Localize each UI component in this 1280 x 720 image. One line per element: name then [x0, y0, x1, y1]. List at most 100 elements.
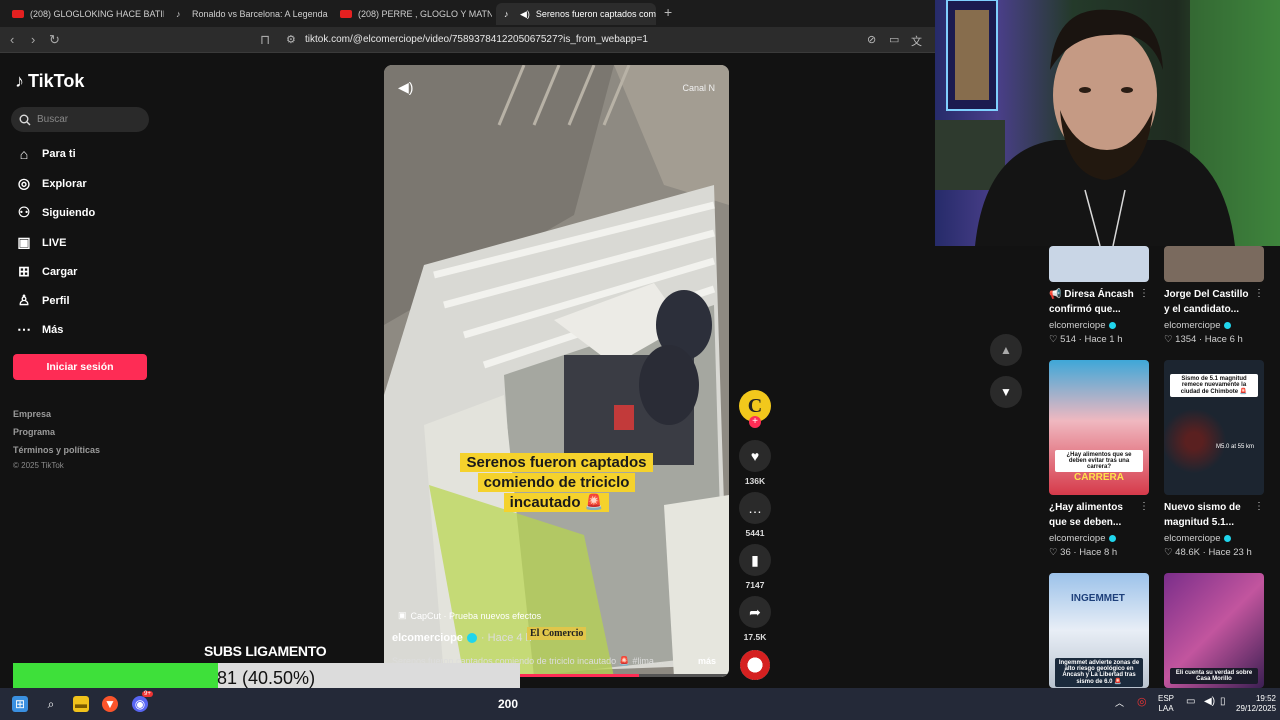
card-ago: Hace 6 h — [1204, 334, 1243, 345]
nav-perfil[interactable]: ♙ Perfil — [16, 292, 70, 309]
card-title: Nuevo sismo de magnitud 5.1... — [1164, 502, 1241, 528]
time-ago: · Hace 4 h — [480, 632, 532, 644]
language-indicator[interactable]: ESP LAA — [1158, 694, 1174, 714]
related-video-card[interactable]: 📢 Diresa Áncash confirmó que... ⋮ elcome… — [1049, 246, 1149, 345]
nav-label: LIVE — [42, 236, 67, 249]
footer-terminos[interactable]: Términos y políticas — [13, 445, 100, 455]
nav-label: Siguiendo — [42, 206, 96, 219]
next-video-button[interactable]: ▼ — [990, 376, 1022, 408]
tab-title: Serenos fueron captados com — [535, 9, 656, 19]
tiktok-logo[interactable]: ♪ TikTok — [15, 71, 84, 92]
card-menu-icon[interactable]: ⋮ — [1139, 501, 1149, 512]
tray-app-icon[interactable]: ◎ — [1137, 697, 1147, 708]
tiktok-note-icon: ♪ — [15, 71, 24, 91]
volume-icon[interactable]: ◀) — [398, 79, 413, 96]
new-tab-button[interactable]: + — [664, 4, 672, 20]
card-menu-icon[interactable]: ⋮ — [1139, 288, 1149, 299]
search-icon[interactable]: ⌕ — [43, 696, 59, 712]
login-button[interactable]: Iniciar sesión — [13, 354, 147, 380]
nav-cargar[interactable]: ⊞ Cargar — [16, 263, 77, 280]
profile-icon: ♙ — [17, 292, 31, 308]
related-video-card[interactable]: ¿Hay alimentos que se deben evitar tras … — [1049, 360, 1149, 558]
file-explorer-icon[interactable]: ▬ — [73, 696, 89, 712]
capcut-label: CapCut · Prueba nuevos efectos — [410, 610, 542, 621]
subs-goal-label: SUBS LIGAMENTO — [204, 643, 327, 659]
music-disc-icon[interactable] — [740, 650, 770, 680]
brave-browser-icon[interactable]: ▼ — [102, 696, 118, 712]
nav-explorar[interactable]: ◎ Explorar — [16, 175, 87, 192]
tray-chevron-up-icon[interactable]: ︿ — [1115, 698, 1124, 708]
tab-gloglo-batidos[interactable]: (208) GLOGLOKING HACE BATIDOS L — [4, 3, 164, 25]
caption-text: Serenos fueron captados comiendo de tric… — [460, 453, 653, 512]
card-author-name: elcomerciope — [1049, 533, 1106, 544]
home-icon: ⌂ — [19, 146, 29, 162]
related-video-card[interactable]: INGEMMET Ingemmet advierte zonas de alto… — [1049, 573, 1149, 688]
footer-programa[interactable]: Programa — [13, 427, 55, 437]
like-button[interactable]: ♥ — [739, 440, 771, 472]
tab-serenos-active[interactable]: ♪ ◀) Serenos fueron captados com ✕ — [496, 3, 656, 25]
related-video-card[interactable]: Eli cuenta su verdad sobre Casa Morillo — [1164, 573, 1264, 688]
copyright: © 2025 TikTok — [13, 461, 64, 470]
volume-icon[interactable]: ◀) — [1204, 697, 1215, 707]
tab-title: (208) GLOGLOKING HACE BATIDOS L — [30, 9, 164, 19]
search-box[interactable] — [11, 107, 149, 132]
card-author[interactable]: elcomerciope — [1164, 533, 1264, 544]
back-icon[interactable]: ‹ — [10, 32, 14, 47]
previous-video-button[interactable]: ▲ — [990, 334, 1022, 366]
card-author[interactable]: elcomerciope — [1164, 320, 1264, 331]
more-link[interactable]: más — [698, 656, 716, 666]
clock-time: 19:52 — [1255, 694, 1276, 703]
clock[interactable]: 19:52 29/12/2025 — [1236, 694, 1276, 714]
related-video-card[interactable]: Sismo de 5.1 magnitud remece nuevamente … — [1164, 360, 1264, 558]
nav-live[interactable]: ▣ LIVE — [16, 234, 66, 251]
start-icon[interactable]: ⊞ — [12, 696, 28, 712]
video-player[interactable]: ◀) Canal N Serenos fueron captados comie… — [384, 65, 729, 677]
card-author[interactable]: elcomerciope — [1049, 320, 1149, 331]
related-video-card[interactable]: Jorge Del Castillo y el candidato... ⋮ e… — [1164, 246, 1264, 345]
card-menu-icon[interactable]: ⋮ — [1254, 288, 1264, 299]
nav-mas[interactable]: ⋯ Más — [16, 321, 63, 338]
card-menu-icon[interactable]: ⋮ — [1254, 501, 1264, 512]
author-name: elcomerciope — [392, 632, 463, 644]
card-author-name: elcomerciope — [1049, 320, 1106, 331]
footer-empresa[interactable]: Empresa — [13, 409, 51, 419]
share-button[interactable]: ➦ — [739, 596, 771, 628]
video-thumbnail — [1164, 246, 1264, 282]
capcut-link[interactable]: ▣ CapCut · Prueba nuevos efectos — [398, 610, 541, 621]
nav-para-ti[interactable]: ⌂ Para ti — [16, 146, 76, 162]
card-author[interactable]: elcomerciope — [1049, 533, 1149, 544]
brand-name: TikTok — [28, 71, 85, 91]
follow-plus-icon[interactable]: + — [749, 416, 761, 428]
reload-icon[interactable]: ↻ — [49, 32, 60, 48]
battery-icon[interactable]: ▯ — [1220, 697, 1226, 707]
card-likes: 514 — [1060, 334, 1077, 345]
thumbnail-caption: Ingemmet advierte zonas de alto riesgo g… — [1055, 658, 1143, 687]
bookmark-icon[interactable]: ⊓ — [260, 32, 270, 48]
discord-icon[interactable]: ◉ — [132, 696, 148, 712]
nav-siguiendo[interactable]: ⚇ Siguiendo — [16, 204, 95, 221]
upload-icon: ⊞ — [18, 263, 30, 279]
translate-icon[interactable]: 文 — [911, 33, 922, 49]
card-likes: 1354 — [1175, 334, 1197, 345]
el-comercio-logo: El Comercio — [527, 627, 587, 640]
capcut-icon: ▣ — [398, 610, 407, 620]
save-button[interactable]: ▮ — [739, 544, 771, 576]
card-title: 📢 Diresa Áncash confirmó que... — [1049, 289, 1134, 315]
card-likes: 36 — [1060, 547, 1071, 558]
heart-icon: ♥ — [750, 448, 760, 464]
comment-button[interactable]: … — [739, 492, 771, 524]
search-input[interactable] — [37, 114, 137, 125]
display-icon[interactable]: ▭ — [1186, 697, 1195, 707]
video-author[interactable]: elcomerciope · Hace 4 h — [392, 632, 532, 644]
tab-ronaldo-barcelona[interactable]: ♪ Ronaldo vs Barcelona: A Legendary S — [168, 3, 328, 25]
forward-icon[interactable]: › — [31, 32, 35, 47]
url-field[interactable]: tiktok.com/@elcomerciope/video/758937841… — [305, 34, 648, 45]
no-tracking-icon[interactable]: ⊘ — [867, 33, 876, 46]
screen-icon[interactable]: ▭ — [889, 33, 899, 46]
site-info-icon[interactable]: ⚙ — [286, 33, 296, 46]
card-title: ¿Hay alimentos que se deben... — [1049, 502, 1123, 528]
tab-perre-gloglo[interactable]: (208) PERRE , GLOGLO Y MATNAROK — [332, 3, 492, 25]
video-thumbnail: Eli cuenta su verdad sobre Casa Morillo — [1164, 573, 1264, 688]
thumbnail-tag: M5.0 at 55 km — [1216, 444, 1255, 450]
card-likes: 48.6K — [1175, 547, 1200, 558]
